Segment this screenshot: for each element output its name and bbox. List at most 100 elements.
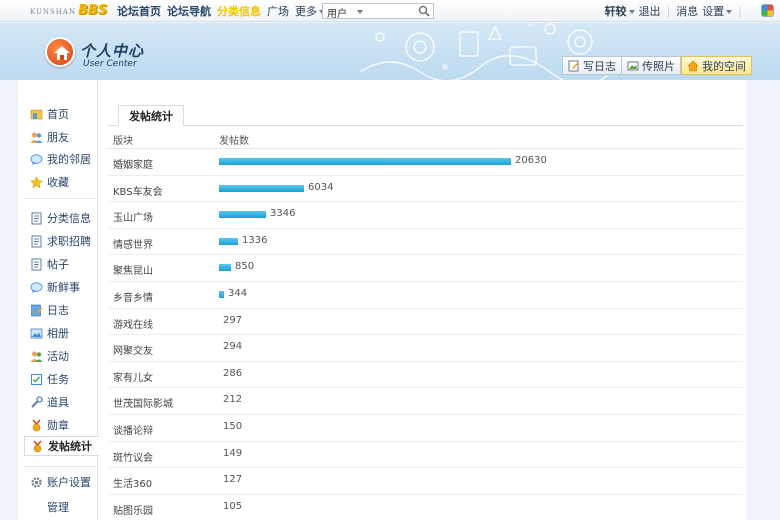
sidebar-divider [24, 466, 96, 467]
content-area: 发帖统计 版块 发帖数 婚姻家庭 20630 KBS车友会 6034 玉山广场 3346 情… [108, 80, 747, 520]
search-box: 用户 [322, 3, 434, 20]
table-row: 聚焦昆山 850 [108, 255, 743, 282]
post-count: 20630 [515, 155, 547, 166]
nav-forum-guide[interactable]: 论坛导航 [167, 3, 211, 19]
board-name[interactable]: 网聚交友 [113, 342, 153, 357]
sidebar-item-album[interactable]: 相册 [24, 323, 98, 343]
sidebar-item-medals[interactable]: 勋章 [24, 415, 98, 435]
sidebar-item-tasks[interactable]: 任务 [24, 369, 98, 389]
medal-icon [32, 419, 41, 431]
sidebar-item-label: 朋友 [47, 131, 69, 144]
sidebar-item-label: 任务 [47, 373, 69, 386]
search-type-select[interactable]: 用户 [327, 5, 363, 20]
table-row: 婚姻家庭 20630 [108, 149, 743, 176]
board-name[interactable]: 谈播论辩 [113, 422, 153, 437]
settings-label: 设置 [702, 5, 725, 18]
sidebar-divider [24, 198, 96, 199]
nav-forum-home[interactable]: 论坛首页 [117, 3, 161, 19]
board-name[interactable]: 玉山广场 [113, 209, 153, 224]
my-space-button[interactable]: 我的空间 [681, 56, 752, 75]
nav-classified[interactable]: 分类信息 [217, 3, 261, 19]
board-name[interactable]: 生活360 [113, 475, 152, 490]
sidebar-item-favorites[interactable]: 收藏 [24, 172, 98, 192]
table-body: 婚姻家庭 20630 KBS车友会 6034 玉山广场 3346 情感世界 1336 聚焦昆山 8… [108, 149, 743, 520]
sidebar-item-manage[interactable]: 管理 [24, 497, 98, 517]
board-name[interactable]: KBS车友会 [113, 183, 163, 198]
sidebar-item-label: 收藏 [47, 176, 69, 189]
nav-plaza[interactable]: 广场 [267, 3, 289, 19]
sidebar-item-events[interactable]: 活动 [24, 346, 98, 366]
tools-icon [31, 395, 43, 408]
table-row: 网聚交友 294 [108, 335, 743, 362]
sidebar-item-label: 我的邻居 [47, 153, 91, 166]
post-count: 297 [223, 314, 243, 326]
search-icon[interactable] [418, 5, 430, 17]
board-name[interactable]: 家有儿女 [113, 369, 153, 384]
board-name[interactable]: 斑竹议会 [113, 449, 153, 464]
people-icon [30, 351, 43, 362]
table-row: 乡音乡情 344 [108, 282, 743, 309]
site-logo[interactable]: KUNSHAN BBS [30, 3, 107, 19]
star-icon [30, 175, 43, 188]
upload-photo-button[interactable]: 传照片 [621, 56, 681, 75]
my-space-label: 我的空间 [702, 59, 746, 73]
edit-icon [568, 60, 579, 71]
gear-icon [31, 476, 42, 488]
sidebar: 首页 朋友 我的邻居 收藏 分类信息 求职招聘 帖子 新鲜事 日志 相册 活动 … [18, 80, 99, 520]
photo-icon [627, 61, 639, 70]
page-title: 个人中心 [80, 42, 145, 60]
count-bar [219, 237, 238, 245]
sidebar-item-label: 求职招聘 [47, 235, 91, 248]
post-count: 6034 [308, 181, 334, 193]
table-row: KBS车友会 6034 [108, 176, 743, 203]
sidebar-item-label: 活动 [47, 350, 69, 363]
board-name[interactable]: 乡音乡情 [113, 289, 153, 304]
sidebar-item-props[interactable]: 道具 [24, 392, 98, 412]
tab-post-stats[interactable]: 发帖统计 [118, 105, 184, 126]
board-name[interactable]: 聚焦昆山 [113, 262, 153, 277]
sidebar-item-blog[interactable]: 日志 [24, 300, 98, 320]
upload-photo-label: 传照片 [642, 59, 675, 73]
divider: | [666, 4, 671, 18]
document-icon [31, 235, 42, 247]
post-stats-table: 版块 发帖数 婚姻家庭 20630 KBS车友会 6034 玉山广场 3346 情感世界 13… [108, 127, 743, 520]
post-count: 1336 [242, 234, 268, 246]
sidebar-item-friends[interactable]: 朋友 [24, 127, 98, 147]
header-banner: 个人中心 User Center 写日志 传照片 我的空间 [0, 23, 780, 80]
sidebar-item-home[interactable]: 首页 [24, 104, 98, 124]
username-link[interactable]: 轩较 [605, 3, 635, 19]
top-nav: 论坛首页 论坛导航 分类信息 广场 更多 [117, 0, 325, 22]
board-name[interactable]: 世茂国际影城 [113, 395, 173, 410]
logo-big-text: BBS [78, 3, 108, 18]
sidebar-item-posts[interactable]: 帖子 [24, 254, 98, 274]
post-count: 3346 [270, 208, 296, 220]
board-name[interactable]: 婚姻家庭 [113, 156, 153, 171]
write-blog-button[interactable]: 写日志 [562, 56, 622, 75]
write-blog-label: 写日志 [583, 59, 616, 73]
app-grid-icon[interactable] [761, 4, 774, 17]
sidebar-item-neighbors[interactable]: 我的邻居 [24, 149, 98, 169]
board-name[interactable]: 游戏在线 [113, 316, 153, 331]
logout-link[interactable]: 退出 [639, 3, 661, 19]
sidebar-item-jobs[interactable]: 求职招聘 [24, 231, 98, 251]
table-row: 贴图乐园 105 [108, 495, 743, 520]
table-row: 游戏在线 297 [108, 309, 743, 336]
sidebar-item-account-settings[interactable]: 账户设置 [24, 472, 98, 492]
sidebar-item-post-stats[interactable]: 发帖统计 [24, 436, 99, 456]
chevron-down-icon [726, 10, 733, 14]
page-subtitle: User Center [83, 59, 137, 69]
post-count: 127 [223, 474, 243, 486]
column-header-board: 版块 [113, 136, 133, 147]
sidebar-item-news[interactable]: 新鲜事 [24, 277, 98, 297]
nav-more[interactable]: 更多 [295, 3, 325, 19]
settings-link[interactable]: 设置 [702, 3, 733, 19]
chevron-down-icon [357, 10, 363, 14]
sidebar-item-classified[interactable]: 分类信息 [24, 208, 98, 228]
table-row: 玉山广场 3346 [108, 202, 743, 229]
document-icon [31, 212, 42, 224]
tab-bar: 发帖统计 [108, 105, 743, 126]
board-name[interactable]: 贴图乐园 [113, 502, 153, 517]
board-name[interactable]: 情感世界 [113, 236, 153, 251]
messages-link[interactable]: 消息 [676, 3, 698, 19]
